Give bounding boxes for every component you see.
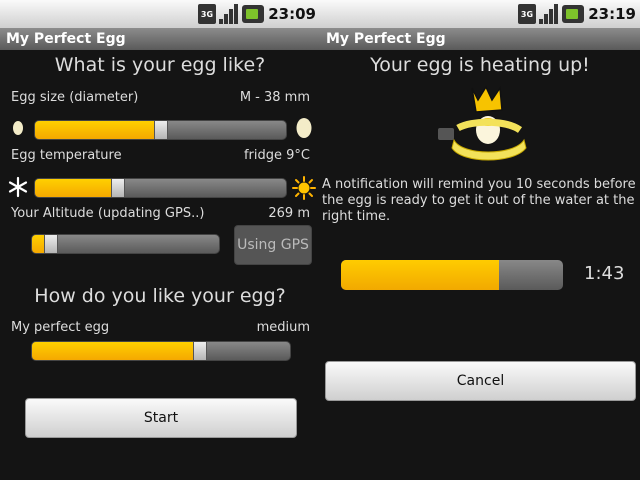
egg-size-label: Egg size (diameter)	[11, 90, 139, 105]
perfect-egg-value: medium	[256, 320, 310, 335]
small-egg-icon	[13, 121, 23, 135]
altitude-label: Your Altitude (updating GPS..)	[11, 206, 205, 221]
battery-icon	[242, 5, 264, 23]
egg-temperature-label: Egg temperature	[11, 148, 122, 163]
altitude-slider[interactable]	[31, 234, 220, 254]
countdown-timer: 1:43	[584, 263, 625, 284]
status-bar: 3G 23:09	[0, 0, 320, 28]
sun-icon	[292, 176, 316, 200]
battery-icon	[562, 5, 584, 23]
notification-text: A notification will remind you 10 second…	[322, 177, 636, 224]
network-3g-icon: 3G	[518, 4, 536, 24]
egg-progress-bar	[341, 260, 563, 290]
egg-size-slider-thumb[interactable]	[154, 121, 168, 139]
egg-temperature-value: fridge 9°C	[243, 148, 310, 163]
cancel-button[interactable]: Cancel	[325, 361, 636, 401]
status-bar: 3G 23:19	[320, 0, 640, 28]
egg-temperature-slider-fill	[35, 179, 118, 197]
egg-heating-screen: 3G 23:19 My Perfect Egg Your egg is heat…	[320, 0, 640, 480]
egg-size-slider[interactable]	[34, 120, 287, 140]
start-button[interactable]: Start	[25, 398, 297, 438]
perfect-egg-slider[interactable]	[31, 341, 291, 361]
snowflake-icon	[8, 176, 28, 198]
egg-temperature-slider-thumb[interactable]	[111, 179, 125, 197]
egg-temperature-slider[interactable]	[34, 178, 287, 198]
app-title: My Perfect Egg	[0, 28, 320, 50]
status-time: 23:19	[588, 5, 636, 23]
network-3g-icon: 3G	[198, 4, 216, 24]
perfect-egg-slider-fill	[32, 342, 200, 360]
egg-size-slider-fill	[35, 121, 161, 139]
status-time: 23:09	[268, 5, 316, 23]
egg-progress-fill	[341, 260, 499, 290]
perfect-egg-label: My perfect egg	[11, 320, 110, 335]
egg-section-heading: What is your egg like?	[54, 54, 266, 76]
large-egg-icon	[296, 118, 312, 138]
signal-icon	[539, 4, 559, 24]
heating-heading: Your egg is heating up!	[370, 54, 590, 76]
egg-size-value: M - 38 mm	[239, 90, 310, 105]
app-title: My Perfect Egg	[320, 28, 640, 50]
egg-crown-icon	[438, 85, 527, 161]
signal-icon	[219, 4, 239, 24]
perfect-egg-slider-thumb[interactable]	[193, 342, 207, 360]
using-gps-button[interactable]: Using GPS	[234, 225, 312, 265]
preference-heading: How do you like your egg?	[34, 285, 286, 307]
altitude-value: 269 m	[268, 206, 310, 221]
egg-settings-screen: 3G 23:09 My Perfect Egg What is your egg…	[0, 0, 320, 480]
altitude-slider-thumb[interactable]	[44, 235, 58, 253]
